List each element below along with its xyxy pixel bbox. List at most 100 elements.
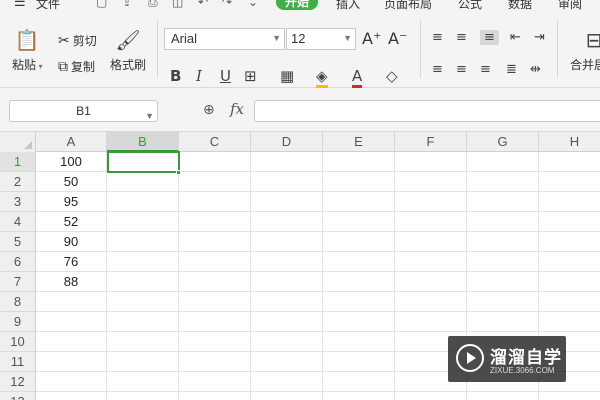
row-header[interactable]: 5	[0, 232, 36, 252]
row-header[interactable]: 7	[0, 272, 36, 292]
row-header[interactable]: 9	[0, 312, 36, 332]
cell-b4[interactable]	[107, 212, 179, 232]
cell-h1[interactable]	[539, 152, 600, 172]
cell-d11[interactable]	[251, 352, 323, 372]
cell-c2[interactable]	[179, 172, 251, 192]
cell-g13[interactable]	[467, 392, 539, 400]
cell-d5[interactable]	[251, 232, 323, 252]
cell-g5[interactable]	[467, 232, 539, 252]
tab-data[interactable]: 数据	[508, 0, 532, 12]
cell-b10[interactable]	[107, 332, 179, 352]
cell-c11[interactable]	[179, 352, 251, 372]
italic-icon[interactable]: I	[196, 67, 202, 85]
cell-d9[interactable]	[251, 312, 323, 332]
cell-d10[interactable]	[251, 332, 323, 352]
justify-icon[interactable]: ≣	[506, 62, 517, 77]
cell-e13[interactable]	[323, 392, 395, 400]
row-header[interactable]: 13	[0, 392, 36, 400]
cell-g4[interactable]	[467, 212, 539, 232]
cell-c12[interactable]	[179, 372, 251, 392]
cell-b5[interactable]	[107, 232, 179, 252]
cell-f13[interactable]	[395, 392, 467, 400]
cell-c8[interactable]	[179, 292, 251, 312]
cell-f9[interactable]	[395, 312, 467, 332]
cell-h5[interactable]	[539, 232, 600, 252]
cell-g8[interactable]	[467, 292, 539, 312]
cell-h4[interactable]	[539, 212, 600, 232]
cell-h6[interactable]	[539, 252, 600, 272]
row-header[interactable]: 11	[0, 352, 36, 372]
cell-a2[interactable]: 50	[36, 172, 107, 192]
copy-button[interactable]: ⧉ 复制	[58, 58, 95, 75]
file-menu[interactable]: 文件	[36, 0, 60, 12]
column-header-c[interactable]: C	[179, 132, 251, 152]
format-painter-button[interactable]: 🖌 格式刷	[110, 28, 146, 73]
export-icon[interactable]: ⇪	[122, 0, 132, 9]
cell-c9[interactable]	[179, 312, 251, 332]
redo-icon[interactable]: ↷	[222, 0, 232, 9]
cell-d6[interactable]	[251, 252, 323, 272]
cell-d1[interactable]	[251, 152, 323, 172]
align-top-icon[interactable]: ≡	[432, 30, 443, 45]
print-icon[interactable]: ⎙	[148, 0, 158, 10]
column-header-b[interactable]: B	[107, 132, 179, 152]
cell-b1[interactable]	[107, 152, 179, 172]
cell-e3[interactable]	[323, 192, 395, 212]
cell-e2[interactable]	[323, 172, 395, 192]
cell-c13[interactable]	[179, 392, 251, 400]
cell-e11[interactable]	[323, 352, 395, 372]
tab-page-layout[interactable]: 页面布局	[384, 0, 432, 12]
cell-c1[interactable]	[179, 152, 251, 172]
align-center-icon[interactable]: ≡	[456, 62, 467, 77]
cell-g3[interactable]	[467, 192, 539, 212]
font-size-select[interactable]: 12 ▼	[286, 28, 356, 50]
cell-e5[interactable]	[323, 232, 395, 252]
cell-f1[interactable]	[395, 152, 467, 172]
eraser-icon[interactable]: ◇	[386, 67, 398, 85]
column-header-h[interactable]: H	[539, 132, 600, 152]
paste-button[interactable]: 📋 粘贴 ▾	[12, 28, 43, 73]
cell-g1[interactable]	[467, 152, 539, 172]
row-header[interactable]: 6	[0, 252, 36, 272]
cell-c6[interactable]	[179, 252, 251, 272]
print-preview-icon[interactable]: ◫	[172, 0, 183, 9]
cell-e6[interactable]	[323, 252, 395, 272]
cell-g2[interactable]	[467, 172, 539, 192]
cell-a6[interactable]: 76	[36, 252, 107, 272]
chevron-down-icon[interactable]: ⌄	[248, 0, 258, 9]
increase-font-size-icon[interactable]: A⁺	[362, 29, 381, 48]
column-header-g[interactable]: G	[467, 132, 539, 152]
select-all-corner[interactable]	[0, 132, 36, 152]
fill-handle[interactable]	[176, 170, 181, 175]
cell-f2[interactable]	[395, 172, 467, 192]
insert-function-icon[interactable]: fx	[230, 100, 244, 118]
cell-b7[interactable]	[107, 272, 179, 292]
align-right-icon[interactable]: ≡	[480, 62, 491, 77]
cell-b13[interactable]	[107, 392, 179, 400]
align-bottom-icon[interactable]: ≡	[480, 30, 499, 45]
cell-a11[interactable]	[36, 352, 107, 372]
cell-a9[interactable]	[36, 312, 107, 332]
cell-e9[interactable]	[323, 312, 395, 332]
cell-a7[interactable]: 88	[36, 272, 107, 292]
increase-indent-icon[interactable]: ⇥	[534, 30, 545, 45]
cell-b11[interactable]	[107, 352, 179, 372]
row-header[interactable]: 8	[0, 292, 36, 312]
tab-review[interactable]: 审阅	[558, 0, 582, 12]
font-name-select[interactable]: Arial ▼	[164, 28, 285, 50]
cell-b9[interactable]	[107, 312, 179, 332]
align-middle-icon[interactable]: ≡	[456, 30, 467, 45]
column-header-a[interactable]: A	[36, 132, 107, 152]
tab-insert[interactable]: 插入	[336, 0, 360, 12]
cell-d8[interactable]	[251, 292, 323, 312]
merge-center-button[interactable]: ⊟ 合并居中	[570, 28, 600, 73]
cell-f5[interactable]	[395, 232, 467, 252]
name-box[interactable]: B1 ▼	[9, 100, 158, 122]
cell-c4[interactable]	[179, 212, 251, 232]
zoom-search-icon[interactable]: ⊕	[203, 102, 215, 118]
cell-e10[interactable]	[323, 332, 395, 352]
cell-e7[interactable]	[323, 272, 395, 292]
cell-a4[interactable]: 52	[36, 212, 107, 232]
cell-c5[interactable]	[179, 232, 251, 252]
fill-pattern-icon[interactable]: ▦	[280, 67, 294, 85]
